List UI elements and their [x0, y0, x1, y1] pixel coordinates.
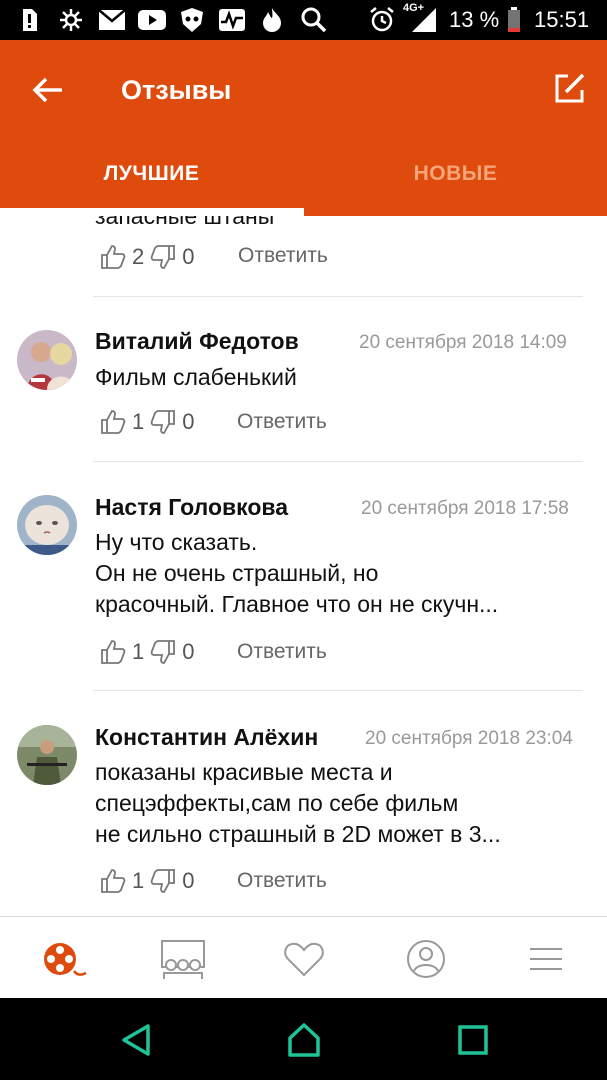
status-bar: 4G+ 13 % 15:51 [0, 0, 607, 40]
comment-text-line: спецэффекты,сам по себе фильм [95, 790, 459, 816]
thumb-down-icon[interactable] [150, 639, 176, 665]
comment-actions: 2 0 [100, 241, 201, 273]
comment-actions: 1 0 [100, 636, 201, 668]
comment-text-line: Фильм слабенький [95, 364, 297, 390]
comment-date: 20 сентября 2018 17:58 [361, 498, 569, 519]
dislike-count: 0 [182, 244, 195, 269]
system-recents-button[interactable] [455, 1022, 491, 1058]
reply-button[interactable]: Ответить [238, 244, 328, 268]
tab-best[interactable]: ЛУЧШИЕ [0, 152, 303, 196]
flame-icon [260, 8, 284, 32]
system-back-button[interactable] [118, 1022, 154, 1058]
thumb-up-icon[interactable] [100, 244, 126, 270]
thumb-up-icon[interactable] [100, 868, 126, 894]
thumb-down-icon[interactable] [150, 868, 176, 894]
nav-profile[interactable] [404, 937, 448, 981]
triangle-back-icon [122, 1024, 150, 1056]
reviews-list[interactable]: запасные штаны 2 0 Ответить Виталий Федо… [0, 216, 607, 916]
thumb-up-icon[interactable] [100, 409, 126, 435]
like-count: 2 [132, 244, 145, 269]
comment-text-line: Он не очень страшный, но [95, 560, 379, 586]
divider [93, 296, 583, 297]
write-review-button[interactable] [552, 70, 588, 106]
square-recents-icon [458, 1025, 488, 1055]
heart-icon [284, 942, 324, 977]
mail-icon [98, 8, 126, 32]
like-count: 1 [132, 639, 145, 664]
profile-icon [407, 940, 445, 978]
app-bar: Отзывы ЛУЧШИЕ НОВЫЕ [0, 40, 607, 216]
avatar[interactable] [17, 725, 77, 785]
comment-author[interactable]: Виталий Федотов [95, 326, 299, 356]
comment-author[interactable]: Настя Головкова [95, 492, 288, 522]
system-nav-bar [0, 998, 607, 1080]
sim-alert-icon [18, 8, 40, 32]
tab-indicator [0, 208, 304, 216]
film-reel-icon [44, 943, 87, 976]
nav-menu[interactable] [526, 937, 570, 981]
home-icon [288, 1023, 320, 1057]
thumb-up-icon[interactable] [100, 639, 126, 665]
system-home-button[interactable] [286, 1022, 322, 1058]
back-button[interactable] [28, 70, 68, 110]
battery-icon [506, 7, 522, 32]
reply-button[interactable]: Ответить [237, 410, 327, 434]
arrow-left-icon [32, 77, 62, 103]
page-title: Отзывы [121, 75, 232, 105]
comment-text-partial: запасные штаны [95, 216, 275, 229]
battery-percent: 13 % [449, 7, 500, 32]
settings-icon [58, 8, 84, 32]
comment-text-line: красочный. Главное что он не скучн... [95, 591, 499, 617]
divider [93, 461, 583, 462]
clock: 15:51 [534, 7, 590, 32]
avatar[interactable] [17, 495, 77, 555]
like-count: 1 [132, 868, 145, 893]
dislike-count: 0 [182, 409, 195, 434]
like-count: 1 [132, 409, 145, 434]
network-type: 4G+ [403, 2, 425, 14]
comment-date: 20 сентября 2018 14:09 [359, 332, 567, 353]
bottom-nav [0, 916, 607, 998]
youtube-icon [138, 8, 166, 32]
reply-button[interactable]: Ответить [237, 869, 327, 893]
shield-icon [178, 8, 206, 32]
tab-new[interactable]: НОВЫЕ [304, 152, 607, 196]
comment-actions: 1 0 [100, 406, 201, 438]
thumb-down-icon[interactable] [150, 244, 176, 270]
nav-cinema[interactable] [160, 937, 205, 981]
comment-text: Фильм слабенький [95, 362, 590, 393]
nav-film-reel[interactable] [40, 937, 87, 981]
comment-author[interactable]: Константин Алёхин [95, 722, 318, 752]
reply-button[interactable]: Ответить [237, 640, 327, 664]
edit-icon [555, 73, 585, 103]
comment-date: 20 сентября 2018 23:04 [365, 728, 573, 749]
search-icon [300, 7, 328, 33]
menu-icon [530, 948, 562, 970]
comment-text-line: Ну что сказать. [95, 529, 258, 555]
divider [93, 690, 583, 691]
comment-actions: 1 0 [100, 865, 201, 897]
thumb-down-icon[interactable] [150, 409, 176, 435]
nav-favorites[interactable] [282, 937, 326, 981]
avatar[interactable] [17, 330, 77, 390]
activity-icon [218, 8, 246, 32]
comment-text: показаны красивые места и спецэффекты,са… [95, 757, 590, 850]
comment-text: Ну что сказать. Он не очень страшный, но… [95, 527, 590, 620]
dislike-count: 0 [182, 639, 195, 664]
alarm-icon [368, 7, 396, 32]
cinema-icon [161, 940, 205, 979]
dislike-count: 0 [182, 868, 195, 893]
comment-text-line: не сильно страшный в 2D может в 3... [95, 821, 501, 847]
comment-text-line: показаны красивые места и [95, 759, 393, 785]
